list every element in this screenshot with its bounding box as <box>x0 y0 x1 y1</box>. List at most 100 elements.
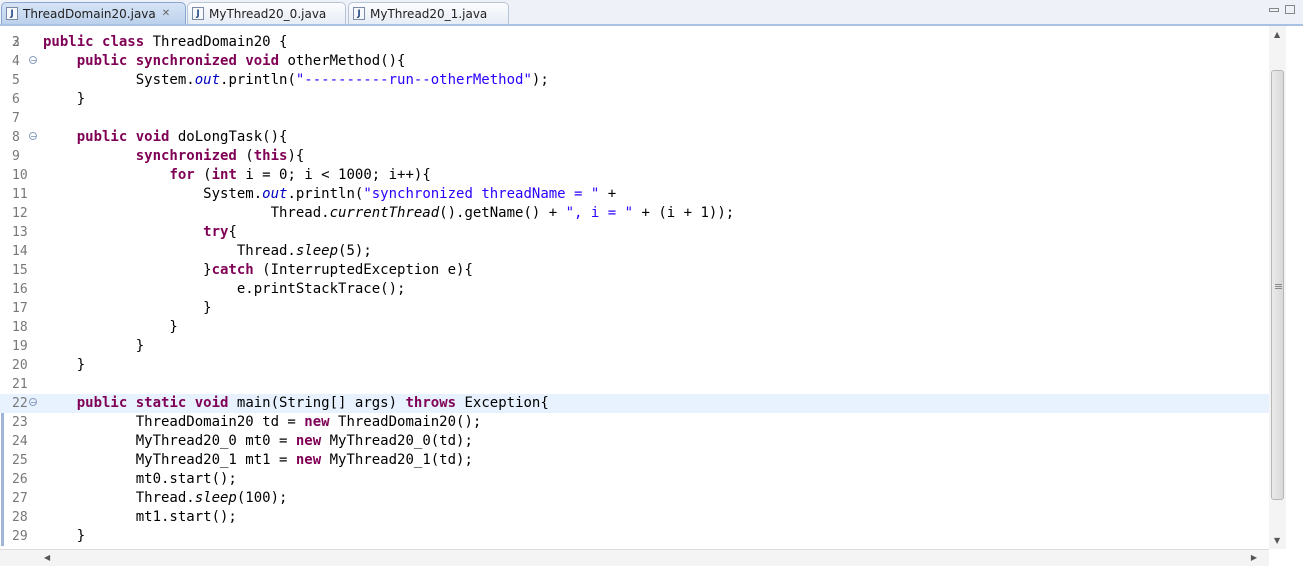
horizontal-scrollbar[interactable]: ◀ ▶ <box>0 549 1269 566</box>
tab-mythread20-1[interactable]: J MyThread20_1.java <box>348 2 509 24</box>
code-text: Thread.sleep(5); <box>43 243 372 259</box>
minimize-button[interactable] <box>1269 8 1279 12</box>
fold-toggle-icon[interactable]: − <box>29 132 37 141</box>
code-line[interactable]: 28 mt1.start(); <box>0 508 1269 527</box>
code-line[interactable]: 23 ThreadDomain20 td = new ThreadDomain2… <box>0 413 1269 432</box>
code-line[interactable]: 19 } <box>0 337 1269 356</box>
code-text: } <box>43 338 145 354</box>
code-text: for (int i = 0; i < 1000; i++){ <box>169 167 431 183</box>
code-line[interactable]: 15 }catch (InterruptedException e){ <box>0 261 1269 280</box>
code-line[interactable]: 10 for (int i = 0; i < 1000; i++){ <box>0 166 1269 185</box>
code-text: public void doLongTask(){ <box>76 129 288 145</box>
line-number: 6 <box>12 92 20 107</box>
code-text: mt0.start(); <box>43 471 237 487</box>
code-text: } <box>43 319 178 335</box>
code-line[interactable]: 11 System.out.println("synchronized thre… <box>0 185 1269 204</box>
java-file-icon: J <box>353 7 365 20</box>
tab-threaddomain20[interactable]: J ThreadDomain20.java ✕ <box>1 2 186 24</box>
code-text: } <box>43 300 212 316</box>
code-text: System.out.println("----------run--other… <box>43 72 549 88</box>
line-number: 26 <box>12 472 28 487</box>
code-text: System.out.println("synchronized threadN… <box>43 186 617 202</box>
editor-tab-bar: J ThreadDomain20.java ✕ J MyThread20_0.j… <box>0 0 1303 26</box>
line-number: 7 <box>12 111 20 126</box>
scroll-right-icon[interactable]: ▶ <box>1251 553 1257 562</box>
line-number: 3 <box>12 35 20 50</box>
line-number: 18 <box>12 320 28 335</box>
code-line[interactable]: 13 try{ <box>0 223 1269 242</box>
code-text: public static void main(String[] args) t… <box>76 395 549 411</box>
line-number: 28 <box>12 510 28 525</box>
line-number: 14 <box>12 244 28 259</box>
line-number: 11 <box>12 187 28 202</box>
code-editor[interactable]: 2 3 public class ThreadDomain20 { 4− publi… <box>0 26 1269 549</box>
code-line[interactable]: 8− public void doLongTask(){ <box>0 128 1269 147</box>
java-file-icon: J <box>6 7 18 20</box>
vertical-scrollbar[interactable]: ▲ ▼ <box>1269 26 1286 549</box>
code-line[interactable]: 27 Thread.sleep(100); <box>0 489 1269 508</box>
code-line[interactable]: 7 <box>0 109 1269 128</box>
tab-label: MyThread20_0.java <box>209 6 327 21</box>
code-line[interactable]: 5 System.out.println("----------run--oth… <box>0 71 1269 90</box>
code-text: } <box>43 528 86 544</box>
code-line[interactable]: 14 Thread.sleep(5); <box>0 242 1269 261</box>
scroll-up-icon[interactable]: ▲ <box>1274 30 1280 39</box>
line-number: 10 <box>12 168 28 183</box>
code-line[interactable]: 12 Thread.currentThread().getName() + ",… <box>0 204 1269 223</box>
line-number: 24 <box>12 434 28 449</box>
line-number: 29 <box>12 529 28 544</box>
code-line[interactable]: 21 <box>0 375 1269 394</box>
code-line[interactable]: 24 MyThread20_0 mt0 = new MyThread20_0(t… <box>0 432 1269 451</box>
scroll-down-icon[interactable]: ▼ <box>1274 536 1280 545</box>
code-line[interactable]: 9 synchronized (this){ <box>0 147 1269 166</box>
code-text: mt1.start(); <box>43 509 237 525</box>
scrollbar-thumb[interactable] <box>1271 70 1284 500</box>
close-tab-icon[interactable]: ✕ <box>162 8 170 19</box>
java-file-icon: J <box>192 7 204 20</box>
overview-ruler <box>1286 26 1303 566</box>
line-number: 23 <box>12 415 28 430</box>
code-line[interactable]: 20 } <box>0 356 1269 375</box>
scroll-left-icon[interactable]: ◀ <box>44 553 50 562</box>
code-line: 2 <box>0 26 1269 50</box>
code-text: Thread.sleep(100); <box>43 490 288 506</box>
code-line[interactable]: 17 } <box>0 299 1269 318</box>
code-line[interactable]: 29 } <box>0 527 1269 546</box>
line-number: 16 <box>12 282 28 297</box>
code-line[interactable]: 26 mt0.start(); <box>0 470 1269 489</box>
code-text: } <box>43 357 86 373</box>
window-controls <box>1269 5 1295 14</box>
line-number: 27 <box>12 491 28 506</box>
code-text: public class ThreadDomain20 { <box>43 34 288 50</box>
code-text: try{ <box>203 224 237 240</box>
code-text: MyThread20_0 mt0 = new MyThread20_0(td); <box>43 433 473 449</box>
line-number: 5 <box>12 73 20 88</box>
code-line[interactable]: 3 public class ThreadDomain20 { <box>0 33 1269 52</box>
line-number: 25 <box>12 453 28 468</box>
code-text: e.printStackTrace(); <box>43 281 406 297</box>
code-line[interactable]: 4− public synchronized void otherMethod(… <box>0 52 1269 71</box>
code-line[interactable]: 16 e.printStackTrace(); <box>0 280 1269 299</box>
maximize-button[interactable] <box>1285 5 1295 14</box>
fold-toggle-icon[interactable]: − <box>29 398 37 407</box>
line-number: 15 <box>12 263 28 278</box>
fold-toggle-icon[interactable]: − <box>29 56 37 65</box>
line-number: 13 <box>12 225 28 240</box>
tab-label: ThreadDomain20.java <box>23 6 156 21</box>
code-text: MyThread20_1 mt1 = new MyThread20_1(td); <box>43 452 473 468</box>
tab-label: MyThread20_1.java <box>370 6 488 21</box>
code-line[interactable]: 22− public static void main(String[] arg… <box>0 394 1269 413</box>
code-text: Thread.currentThread().getName() + ", i … <box>43 205 735 221</box>
line-number: 17 <box>12 301 28 316</box>
line-number: 12 <box>12 206 28 221</box>
code-line[interactable]: 18 } <box>0 318 1269 337</box>
code-line[interactable]: 6 } <box>0 90 1269 109</box>
line-number: 9 <box>12 149 20 164</box>
line-number: 19 <box>12 339 28 354</box>
line-number: 21 <box>12 377 28 392</box>
tab-mythread20-0[interactable]: J MyThread20_0.java <box>187 2 346 24</box>
code-text: public synchronized void otherMethod(){ <box>76 53 406 69</box>
line-number: 20 <box>12 358 28 373</box>
code-text: } <box>43 91 86 107</box>
code-line[interactable]: 25 MyThread20_1 mt1 = new MyThread20_1(t… <box>0 451 1269 470</box>
